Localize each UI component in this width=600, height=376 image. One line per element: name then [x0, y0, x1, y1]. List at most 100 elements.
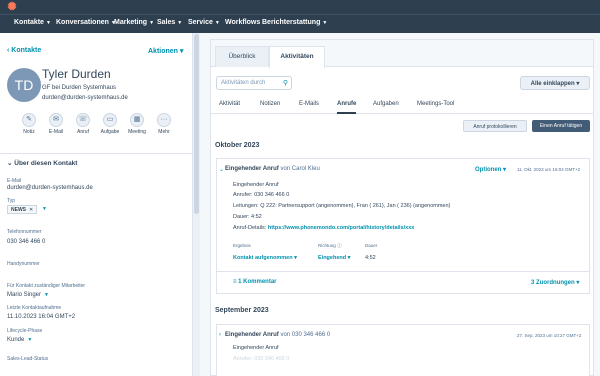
call-body-line-faded: Anrufer: 030 346 466 0 — [233, 356, 290, 362]
nav-item-workflows[interactable]: Workflows — [225, 19, 260, 26]
type-tag-label: NEWS — [11, 207, 26, 213]
subtab-emails[interactable]: E-Mails — [299, 101, 319, 107]
chevron-right-icon[interactable]: › — [219, 332, 221, 338]
call-body-line: Dauer: 4:52 — [233, 214, 262, 220]
sidebar-scrollbar-thumb[interactable] — [194, 34, 199, 214]
more-button[interactable]: ··· Mehr — [153, 113, 175, 135]
subtab-tasks[interactable]: Aufgaben — [373, 101, 399, 107]
last-contact-value: 11.10.2023 16:04 GMT+2 — [7, 314, 76, 320]
meeting-button-label: Meeting — [128, 129, 146, 135]
type-tag[interactable]: NEWS ✕ — [7, 205, 38, 214]
log-call-button[interactable]: Anruf protokollieren — [463, 120, 527, 132]
duration-value: 4:52 — [365, 255, 376, 261]
phone-icon: ☏ — [76, 113, 90, 127]
nav-item-service[interactable]: Service ▼ — [188, 19, 220, 26]
owner-value[interactable]: Mario Singer ▼ — [7, 292, 49, 298]
call-title[interactable]: Eingehender Anruf von Carol Kleu — [225, 166, 320, 172]
email-button[interactable]: ✉ E-Mail — [45, 113, 67, 135]
collapse-all-button[interactable]: Alle einklappen ▾ — [520, 76, 590, 90]
mobile-label: Handynummer — [7, 261, 40, 267]
subtab-meetings[interactable]: Meetings-Tool — [417, 101, 454, 107]
direction-dropdown[interactable]: Eingehend ▾ — [318, 255, 350, 261]
owner-label: Für Kontakt zuständiger Mitarbeiter — [7, 283, 86, 289]
call-title[interactable]: Eingehender Anruf von 030 346 466 0 — [225, 332, 330, 338]
main-nav: Kontakte ▼ Konversationen ▼ Marketing ▼ Sal… — [0, 14, 600, 33]
associations-dropdown[interactable]: 3 Zuordnungen ▾ — [531, 279, 579, 286]
activity-filter-tabs: Aktivität Notizen E-Mails Anrufe Aufgabe… — [211, 97, 593, 114]
make-call-button[interactable]: Einen Anruf tätigen — [532, 120, 590, 132]
call-body-line: Eingehender Anruf — [233, 182, 279, 188]
actions-dropdown[interactable]: Aktionen ▾ — [148, 47, 183, 55]
comments-link[interactable]: ≡ 1 Kommentar — [233, 279, 277, 285]
lifecycle-value[interactable]: Kunde ▼ — [7, 337, 32, 343]
chevron-down-icon[interactable]: ▼ — [42, 206, 47, 212]
lead-status-label: Sales-Lead-Status — [7, 356, 49, 362]
call-details-line: Anruf-Details: https://www.phonemondo.co… — [233, 225, 415, 231]
hubspot-logo-icon[interactable]: ✺ — [6, 1, 18, 13]
more-button-label: Mehr — [158, 129, 170, 135]
phone-value[interactable]: 030 346 466 0 — [7, 239, 45, 245]
contact-company: GF bei Durden Systemhaus — [42, 85, 117, 91]
divider — [0, 153, 192, 154]
options-dropdown[interactable]: Optionen ▾ — [475, 166, 506, 173]
chevron-down-icon[interactable]: ⌄ — [219, 166, 224, 173]
month-heading: Oktober 2023 — [215, 142, 260, 149]
direction-label: Richtung ⓘ — [318, 243, 342, 248]
search-icon[interactable]: ⚲ — [283, 79, 288, 87]
avatar[interactable]: TD — [7, 68, 41, 102]
email-label: E-Mail — [7, 178, 22, 184]
subtab-notes[interactable]: Notizen — [260, 101, 280, 107]
main-panel: Überblick Aktivitäten Aktivitäten durch … — [200, 33, 600, 376]
result-label: Ergebnis — [233, 243, 251, 248]
call-body-line: Anrufer: 030 346 466 0 — [233, 192, 290, 198]
tab-overview[interactable]: Überblick — [215, 46, 269, 67]
nav-item-berichterstattung[interactable]: Berichterstattung ▼ — [262, 19, 327, 26]
task-icon: ▭ — [103, 113, 117, 127]
chevron-down-icon: ▼ — [149, 20, 155, 26]
result-dropdown[interactable]: Kontakt aufgenommen ▾ — [233, 255, 297, 261]
subtab-calls[interactable]: Anrufe — [337, 101, 357, 114]
close-icon[interactable]: ✕ — [29, 207, 33, 213]
search-placeholder: Aktivitäten durch — [221, 80, 266, 86]
type-label: Typ — [7, 198, 16, 204]
call-button-label: Anruf — [77, 129, 89, 135]
back-to-contacts-link[interactable]: ‹ Kontakte — [7, 47, 41, 54]
task-button[interactable]: ▭ Aufgabe — [99, 113, 121, 135]
email-value[interactable]: durden@durden-systemhaus.de — [7, 185, 93, 191]
tab-bar: Überblick Aktivitäten — [211, 40, 593, 68]
call-details-link[interactable]: https://www.phonemondo.com/portal/histor… — [268, 225, 414, 231]
call-timestamp: 11. Okt. 2023 um 16:04 GMT+2 — [517, 167, 581, 172]
nav-item-konversationen[interactable]: Konversationen ▼ — [56, 19, 116, 26]
divider — [217, 271, 589, 272]
call-activity-card: ⌄ Eingehender Anruf von Carol Kleu Optio… — [216, 158, 590, 294]
last-contact-label: Letzte Kontaktaufnahme — [7, 305, 62, 311]
nav-item-kontakte[interactable]: Kontakte ▼ — [14, 19, 51, 26]
call-button[interactable]: ☏ Anruf — [72, 113, 94, 135]
call-timestamp: 27. Sep. 2023 um 10:27 GMT+2 — [517, 333, 582, 338]
meeting-button[interactable]: ▦ Meeting — [126, 113, 148, 135]
tab-activities[interactable]: Aktivitäten — [269, 46, 325, 68]
duration-label: Dauer — [365, 243, 378, 248]
phone-label: Telefonnummer — [7, 229, 42, 235]
note-button[interactable]: ✎ Notiz — [18, 113, 40, 135]
chevron-down-icon: ▼ — [45, 20, 51, 26]
nav-item-marketing[interactable]: Marketing ▼ — [114, 19, 154, 26]
nav-item-sales[interactable]: Sales ▼ — [157, 19, 182, 26]
activity-search-input[interactable]: Aktivitäten durch ⚲ — [216, 76, 292, 90]
contact-sidebar: ‹ Kontakte Aktionen ▾ TD Tyler Durden GF… — [0, 33, 193, 376]
chevron-down-icon: ▼ — [177, 20, 183, 26]
about-section-toggle[interactable]: ⌄ Über diesen Kontakt — [7, 159, 77, 167]
top-bar: ✺ — [0, 0, 600, 14]
task-button-label: Aufgabe — [100, 129, 120, 135]
call-activity-card: › Eingehender Anruf von 030 346 466 0 27… — [216, 324, 590, 376]
month-heading: September 2023 — [215, 307, 269, 314]
chevron-down-icon: ▼ — [27, 337, 33, 343]
note-icon: ✎ — [22, 113, 36, 127]
calendar-icon: ▦ — [130, 113, 144, 127]
subtab-activity[interactable]: Aktivität — [219, 101, 240, 107]
contact-email[interactable]: durden@durden-systemhaus.de — [42, 95, 128, 101]
contact-name: Tyler Durden — [42, 67, 111, 81]
call-body-line: Leitungen: Q 222: Partnersupport (angeno… — [233, 203, 451, 209]
chevron-down-icon: ▼ — [44, 292, 49, 298]
call-body-line: Eingehender Anruf — [233, 345, 279, 351]
